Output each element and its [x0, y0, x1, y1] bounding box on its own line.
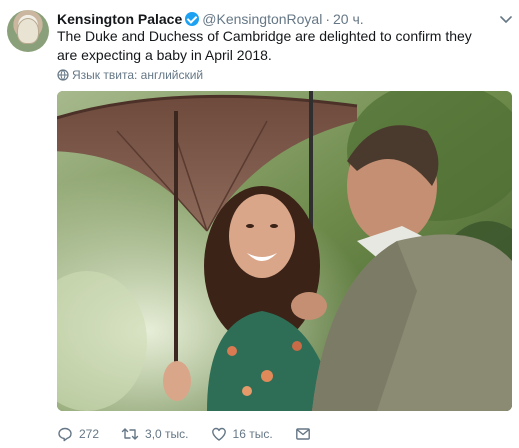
chevron-down-icon[interactable] — [499, 12, 513, 26]
like-button[interactable]: 16 тыс. — [211, 426, 273, 442]
translate-link[interactable]: Язык твита: английский — [57, 67, 203, 83]
translate-label: Язык твита: английский — [72, 68, 204, 82]
retweet-icon — [121, 428, 139, 440]
author-name[interactable]: Kensington Palace — [57, 11, 182, 27]
retweet-button[interactable]: 3,0 тыс. — [121, 426, 189, 442]
reply-count: 272 — [79, 427, 100, 441]
retweet-count: 3,0 тыс. — [145, 427, 189, 441]
reply-button[interactable]: 272 — [57, 426, 99, 442]
reply-icon — [58, 427, 72, 442]
timestamp[interactable]: 20 ч. — [333, 11, 364, 27]
author-handle[interactable]: @KensingtonRoyal — [202, 11, 322, 27]
tweet-actions: 272 3,0 тыс. 16 тыс. — [57, 424, 317, 444]
like-icon — [211, 427, 226, 441]
message-icon — [295, 428, 310, 440]
direct-message-button[interactable] — [295, 426, 317, 442]
separator: · — [325, 11, 330, 27]
tweet-photo[interactable] — [57, 91, 512, 411]
tweet-header: Kensington Palace @KensingtonRoyal · 20 … — [57, 10, 364, 28]
like-count: 16 тыс. — [232, 427, 273, 441]
verified-badge-icon — [185, 12, 200, 26]
globe-icon — [57, 69, 69, 81]
tweet-text: The Duke and Duchess of Cambridge are de… — [57, 28, 472, 63]
avatar[interactable] — [7, 10, 49, 52]
tweet: Kensington Palace @KensingtonRoyal · 20 … — [0, 0, 519, 448]
